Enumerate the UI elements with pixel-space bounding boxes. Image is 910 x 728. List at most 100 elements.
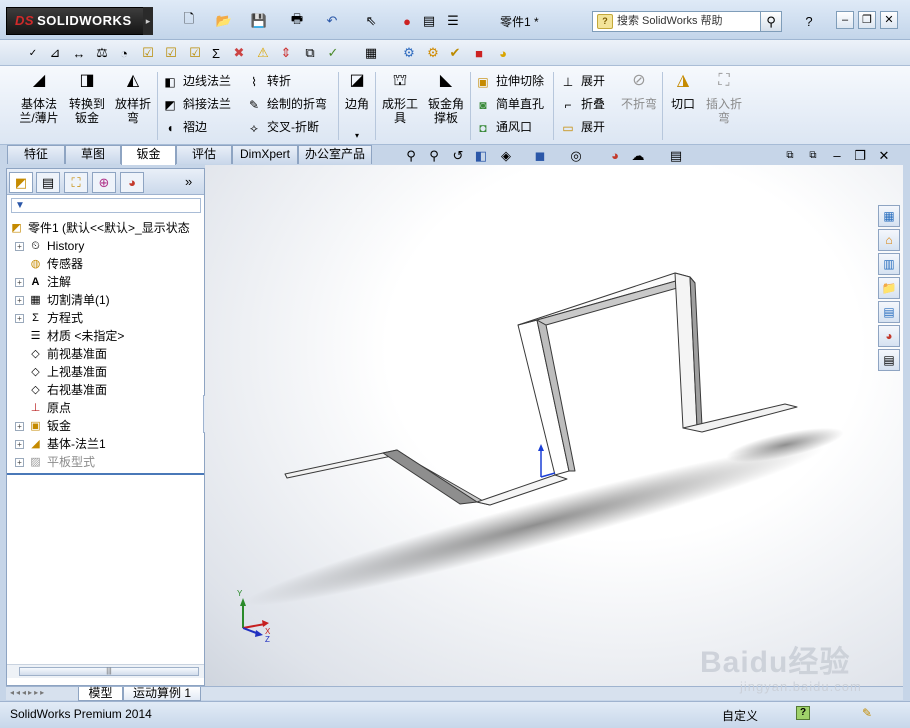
hem-button[interactable]: ◖ 褶边	[162, 118, 207, 136]
no-bends-button[interactable]: ⊘ 不折弯	[618, 73, 660, 112]
select-arrow-icon[interactable]: ⇖	[362, 12, 380, 30]
print-icon[interactable]: 🖶	[288, 11, 306, 30]
compare-icon[interactable]: ⧉	[301, 44, 319, 62]
vent-button[interactable]: ◘ 通风口	[475, 118, 532, 136]
tree-item-sheet-metal[interactable]: + ▣ 钣金	[15, 417, 71, 435]
undo-icon[interactable]: ↶	[323, 12, 341, 30]
interference-icon[interactable]: ✖	[230, 44, 248, 62]
sketched-bend-button[interactable]: ✎ 绘制的折弯	[246, 95, 327, 113]
expand-icon[interactable]: +	[15, 314, 24, 324]
tree-item-history[interactable]: + ⏲ History	[15, 237, 84, 255]
sum-icon[interactable]: Σ	[207, 44, 225, 62]
quick-help-icon[interactable]: ?	[796, 706, 810, 720]
tree-item-top-plane[interactable]: ◇ 上视基准面	[28, 363, 107, 381]
view-palette-icon[interactable]: ▤	[878, 301, 900, 323]
expand-icon[interactable]: +	[15, 278, 24, 288]
restore-icon[interactable]: ⧉	[782, 148, 798, 164]
tree-item-base-flange[interactable]: + ◢ 基体-法兰1	[15, 435, 106, 453]
rollback-bar[interactable]	[7, 473, 204, 475]
split-icon[interactable]: ⇕	[277, 44, 295, 62]
rebuild-traffic-light-icon[interactable]: ●	[398, 12, 416, 30]
check-geometry-icon[interactable]: ✓	[324, 44, 342, 62]
forming-tool-button[interactable]: ⛫ 成形工 具	[380, 73, 420, 126]
tab-sketch[interactable]: 草图	[65, 145, 121, 164]
rebuild-icon[interactable]: ⚙	[400, 44, 418, 62]
insert-bends-button[interactable]: ⛶ 插入折 弯	[702, 73, 746, 126]
tree-item-flat-pattern[interactable]: + ▨ 平板型式	[15, 453, 95, 471]
flatten-button[interactable]: ▭ 展开	[560, 118, 605, 136]
expand-icon[interactable]: +	[15, 458, 24, 468]
maximize-icon[interactable]: ❐	[858, 11, 876, 29]
color-square-icon[interactable]: ■	[470, 44, 488, 62]
tab-office-products[interactable]: 办公室产品	[298, 145, 372, 164]
expand-icon[interactable]: +	[15, 440, 24, 450]
home-icon[interactable]: ⌂	[878, 229, 900, 251]
tab-evaluate[interactable]: 评估	[176, 145, 232, 164]
new-document-icon[interactable]: 🗋	[180, 11, 198, 30]
lofted-bend-button[interactable]: ◭ 放样折 弯	[110, 73, 156, 126]
solidworks-resources-icon[interactable]: ▦	[878, 205, 900, 227]
tab-features[interactable]: 特征	[7, 145, 65, 164]
tree-item-equations[interactable]: + Σ 方程式	[15, 309, 83, 327]
viewport-close-icon[interactable]: ✕	[876, 148, 892, 164]
base-flange-button[interactable]: ◢ 基体法 兰/薄片	[12, 73, 66, 126]
options-icon[interactable]: ☰	[444, 12, 462, 30]
tab-sheet-metal[interactable]: 钣金	[121, 145, 176, 165]
warning-icon[interactable]: ⚠	[254, 44, 272, 62]
convert-to-sheet-metal-button[interactable]: ◨ 转换到 钣金	[64, 73, 110, 126]
tree-item-cut-list[interactable]: + ▦ 切割清单(1)	[15, 291, 110, 309]
section-view-icon[interactable]: ◧	[473, 148, 489, 164]
minimize-icon[interactable]: –	[836, 11, 854, 29]
tree-filter[interactable]: ▼	[11, 198, 201, 213]
display-manager-tab-icon[interactable]: ◕	[120, 172, 144, 193]
zoom-to-area-icon[interactable]: ⚲	[426, 148, 442, 164]
pin-icon[interactable]: ✎	[862, 706, 876, 720]
search-icon[interactable]: ⚲	[760, 11, 782, 32]
edit-appearance-icon[interactable]: ◕	[607, 148, 623, 164]
extruded-cut-button[interactable]: ▣ 拉伸切除	[475, 72, 544, 90]
table-icon[interactable]: ▦	[362, 44, 380, 62]
viewport-minimize-icon[interactable]: –	[829, 148, 845, 164]
cross-break-button[interactable]: ⟡ 交叉-折断	[246, 118, 319, 136]
menu-flyout-arrow-icon[interactable]: ▸	[143, 7, 153, 35]
simple-hole-button[interactable]: ◙ 简单直孔	[475, 95, 544, 113]
tree-root[interactable]: ◩ 零件1 (默认<<默认>_显示状态	[9, 219, 189, 237]
unfold-button[interactable]: ⊥ 展开	[560, 72, 605, 90]
spell-check-icon[interactable]: ✓	[24, 44, 42, 62]
help-icon[interactable]: ?	[800, 12, 818, 30]
rip-button[interactable]: ◮ 切口	[667, 73, 699, 112]
measure-icon[interactable]: ⊿	[46, 44, 64, 62]
tab-motion-study[interactable]: 运动算例 1	[123, 687, 201, 701]
approve-circle-icon[interactable]: ✔	[446, 44, 464, 62]
solidworks-logo[interactable]: DS SOLIDWORKS	[6, 7, 144, 35]
close-icon[interactable]: ✕	[880, 11, 898, 29]
view-orientation-icon[interactable]: ◈	[498, 148, 514, 164]
sheet-metal-gusset-button[interactable]: ◣ 钣金角 撑板	[424, 73, 468, 126]
jog-button[interactable]: ⌇ 转折	[246, 72, 291, 90]
save-icon[interactable]: 💾	[250, 12, 268, 30]
apply-scene-icon[interactable]: ☁	[630, 148, 646, 164]
zoom-to-fit-icon[interactable]: ⚲	[403, 148, 419, 164]
mass-properties-icon[interactable]: ⚖	[93, 44, 111, 62]
corners-button[interactable]: ◪ 边角 ▾	[342, 73, 372, 143]
configuration-manager-tab-icon[interactable]: ⛶	[64, 172, 88, 193]
dimension-icon[interactable]: ↔	[70, 44, 88, 62]
tree-item-annotations[interactable]: + A 注解	[15, 273, 71, 291]
hide-show-icon[interactable]: ◎	[568, 148, 584, 164]
tree-item-right-plane[interactable]: ◇ 右视基准面	[28, 381, 107, 399]
tree-item-sensors[interactable]: ◍ 传感器	[28, 255, 83, 273]
design-library-icon[interactable]: ▥	[878, 253, 900, 275]
custom-properties-icon[interactable]: ▤	[878, 349, 900, 371]
expand-icon[interactable]: +	[15, 296, 24, 306]
display-style-icon[interactable]: ◼	[532, 148, 548, 164]
tree-item-material[interactable]: ☰ 材质 <未指定>	[28, 327, 125, 345]
edge-flange-button[interactable]: ◧ 边线法兰	[162, 72, 231, 90]
tree-item-origin[interactable]: ⊥ 原点	[28, 399, 71, 417]
file-properties-icon[interactable]: ▤	[420, 12, 438, 30]
verify-icon[interactable]: ☑	[162, 44, 180, 62]
appearance-icon[interactable]: ◕	[494, 44, 512, 62]
viewport-maximize-icon[interactable]: ❐	[852, 148, 868, 164]
appearances-icon[interactable]: ◕	[878, 325, 900, 347]
tab-dimxpert[interactable]: DimXpert	[232, 145, 298, 164]
tab-navigation-icons[interactable]: ◂◂◂▸▸▸	[10, 688, 46, 697]
